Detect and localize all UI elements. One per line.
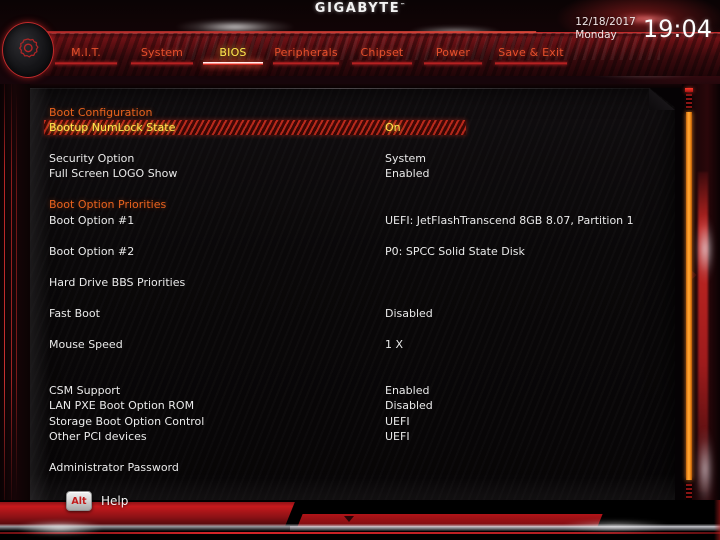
tab-peripherals-underline	[273, 62, 339, 65]
setting-value[interactable]: Enabled	[385, 383, 429, 398]
left-frame-line-mid	[11, 84, 12, 504]
setting-row[interactable]: Security Option System	[30, 151, 675, 166]
setting-label: Boot Option #2	[49, 245, 135, 258]
footer-corner-accent	[714, 500, 720, 540]
setting-label: Fast Boot	[49, 307, 100, 320]
tab-mit[interactable]: M.I.T.	[48, 46, 124, 65]
alt-key-icon: Alt	[66, 491, 92, 511]
help-button[interactable]: Alt Help	[66, 491, 128, 511]
footer-flare-right	[540, 518, 690, 534]
setting-row[interactable]: Hard Drive BBS Priorities	[30, 275, 675, 290]
setting-value[interactable]: Disabled	[385, 306, 433, 321]
tab-system[interactable]: System	[124, 46, 200, 65]
bios-setup-screen: GIGABYTE™ 12/18/2017 Monday 19:04 M.I.T.…	[0, 0, 720, 540]
left-frame-line-inner	[16, 92, 17, 496]
clock-widget: 12/18/2017 Monday 19:04	[575, 16, 712, 42]
tab-bios-underline	[203, 62, 263, 65]
setting-label: Boot Option Priorities	[49, 198, 167, 211]
left-frame-line-outer	[4, 84, 5, 504]
setting-row[interactable]: Fast Boot Disabled	[30, 306, 675, 321]
tab-chipset-label: Chipset	[360, 46, 404, 59]
tab-bios-label: BIOS	[219, 46, 247, 59]
setting-label: Hard Drive BBS Priorities	[49, 276, 186, 289]
setting-row[interactable]: Boot Configuration	[30, 105, 675, 120]
setting-label: Full Screen LOGO Show	[49, 167, 178, 180]
clock-day: Monday	[575, 29, 617, 41]
setting-row[interactable]: Full Screen LOGO Show Enabled	[30, 166, 675, 181]
scrollbar-thumb[interactable]	[686, 112, 692, 480]
scrollbar-ticks-top	[686, 94, 692, 110]
tab-mit-label: M.I.T.	[71, 46, 101, 59]
setting-row[interactable]: Other PCI devices UEFI	[30, 429, 675, 444]
settings-panel: Boot Configuration Bootup NumLock State On…	[30, 88, 675, 508]
tab-save-exit-underline	[495, 62, 567, 65]
setting-label: Mouse Speed	[49, 338, 123, 351]
setting-value[interactable]: Enabled	[385, 166, 429, 181]
setting-label: Bootup NumLock State	[49, 121, 176, 134]
tab-peripherals-label: Peripherals	[274, 46, 338, 59]
setting-row[interactable]: LAN PXE Boot Option ROM Disabled	[30, 398, 675, 413]
setting-value[interactable]: P0: SPCC Solid State Disk	[385, 244, 525, 259]
scrollbar-cap-top	[685, 88, 693, 92]
tab-system-underline	[131, 62, 193, 65]
setting-label: LAN PXE Boot Option ROM	[49, 399, 195, 412]
setting-value[interactable]: Disabled	[385, 398, 433, 413]
clock-time: 19:04	[642, 15, 712, 43]
tab-peripherals[interactable]: Peripherals	[266, 46, 346, 65]
tab-chipset[interactable]: Chipset	[346, 46, 418, 65]
panel-top-gap	[22, 84, 682, 88]
setting-row[interactable]: Boot Option #1 UEFI: JetFlashTranscend 8G…	[30, 213, 675, 228]
right-frame-flare-upper	[692, 204, 718, 294]
tab-power-label: Power	[435, 46, 471, 59]
help-label: Help	[101, 494, 129, 508]
tab-chipset-underline	[352, 62, 412, 65]
main-nav-tabs: M.I.T. System BIOS Peripherals Chipset P…	[0, 46, 600, 76]
trademark-symbol: ™	[400, 2, 406, 9]
footer-flare-left	[0, 518, 120, 538]
tab-power-underline	[424, 62, 482, 65]
setting-value[interactable]: 1 X	[385, 337, 403, 352]
brand-logo: GIGABYTE™	[0, 1, 720, 16]
setting-label: Security Option	[49, 152, 135, 165]
vertical-scrollbar[interactable]	[684, 88, 694, 508]
setting-label: CSM Support	[49, 384, 121, 397]
tab-save-exit[interactable]: Save & Exit	[488, 46, 574, 65]
tab-system-label: System	[140, 46, 184, 59]
clock-date: 12/18/2017	[575, 16, 636, 28]
setting-label: Other PCI devices	[49, 430, 147, 443]
tab-mit-underline	[55, 62, 117, 65]
tab-bios[interactable]: BIOS	[200, 46, 266, 65]
setting-row[interactable]: Boot Option #2 P0: SPCC Solid State Disk	[30, 244, 675, 259]
setting-value[interactable]: On	[385, 120, 401, 135]
setting-label: Boot Option #1	[49, 214, 135, 227]
scrollbar-ticks-bottom	[686, 484, 692, 500]
setting-label: Boot Configuration	[49, 106, 153, 119]
setting-value[interactable]: UEFI	[385, 429, 410, 444]
setting-row[interactable]: Boot Option Priorities	[30, 197, 675, 212]
setting-row[interactable]: Bootup NumLock State On	[30, 120, 675, 135]
nav-bar-accent-line	[15, 31, 537, 33]
brand-name: GIGABYTE	[314, 1, 401, 16]
setting-value[interactable]: UEFI: JetFlashTranscend 8GB 8.07, Partit…	[385, 213, 634, 228]
setting-row[interactable]: Storage Boot Option Control UEFI	[30, 414, 675, 429]
setting-label: Storage Boot Option Control	[49, 415, 205, 428]
setting-row[interactable]: CSM Support Enabled	[30, 383, 675, 398]
setting-row[interactable]: Mouse Speed 1 X	[30, 337, 675, 352]
footer-triangle-marker-icon	[344, 516, 354, 522]
tab-power[interactable]: Power	[418, 46, 488, 65]
tab-save-exit-label: Save & Exit	[498, 46, 564, 59]
setting-value[interactable]: System	[385, 151, 426, 166]
setting-value[interactable]: UEFI	[385, 414, 410, 429]
header-bar: GIGABYTE™ 12/18/2017 Monday 19:04 M.I.T.…	[0, 0, 720, 84]
setting-label: Administrator Password	[49, 461, 179, 474]
settings-row-list: Boot Configuration Bootup NumLock State On…	[30, 88, 675, 508]
setting-row[interactable]: Administrator Password	[30, 460, 675, 475]
